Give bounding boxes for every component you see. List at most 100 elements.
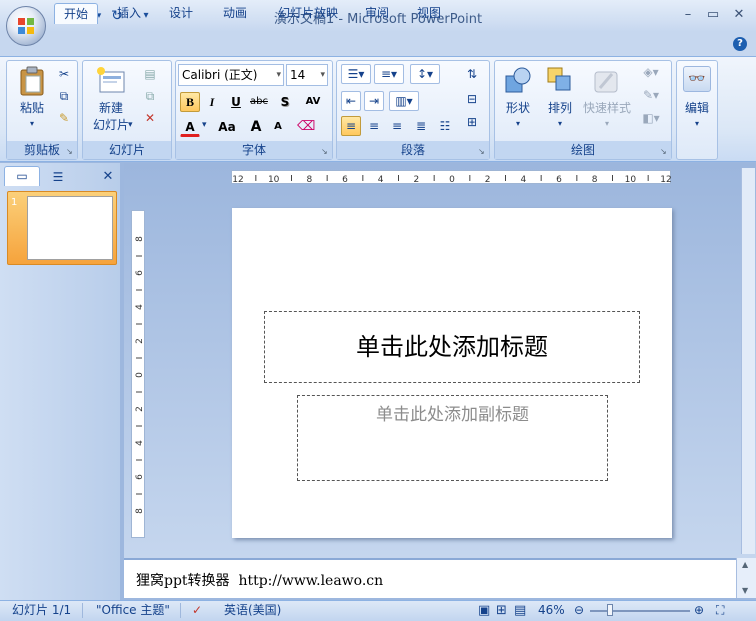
tab-animations[interactable]: 动画 [214,3,256,24]
restore-icon[interactable]: ▭ [704,7,722,23]
underline-button[interactable]: U [226,92,246,112]
tab-view[interactable]: 视图 [408,3,450,24]
ruler-tick-label: 12 [232,175,243,185]
paragraph-dialog-launcher-icon[interactable]: ↘ [478,147,487,156]
font-name-combo[interactable]: Calibri (正文) ▾ [178,64,284,86]
subtitle-placeholder[interactable]: 单击此处添加副标题 [297,395,608,481]
office-button[interactable] [6,6,46,46]
notes-pane[interactable]: 狸窝ppt转换器 http://www.leawo.cn [124,558,736,598]
font-color-button[interactable]: A [180,117,200,137]
zoom-slider-thumb[interactable] [607,604,613,616]
arrange-label: 排列 [547,101,572,115]
editing-label: 编辑 [684,101,709,115]
line-spacing-icon[interactable]: ↕▾ [410,64,440,84]
tab-design[interactable]: 设计 [160,3,202,24]
ruler-tick-label: 8 [592,175,598,185]
distributed-icon[interactable]: ☷ [435,116,455,136]
ruler-tick-label: 0 [135,372,145,378]
clipboard-icon [20,66,44,96]
increase-indent-icon[interactable]: ⇥ [364,91,384,111]
align-left-icon[interactable]: ≡ [341,116,361,136]
arrange-button[interactable]: 排列 ▾ [542,64,578,136]
vertical-ruler: 8 6 4 2 0 2 4 6 8 [131,210,145,538]
new-slide-dropdown-icon[interactable]: ▾ [128,120,133,130]
zoom-slider-track[interactable] [590,610,690,612]
align-text-icon[interactable]: ⊟ [458,89,486,109]
tab-slide-show[interactable]: 幻灯片放映 [268,3,348,24]
slide-thumbnail[interactable] [27,196,113,260]
font-color-dropdown-icon[interactable]: ▾ [202,120,207,130]
theme-name[interactable]: "Office 主题" [96,602,170,619]
char-spacing-button[interactable]: AV [299,92,327,112]
font-dialog-launcher-icon[interactable]: ↘ [321,147,330,156]
minimize-icon[interactable]: – [679,7,697,23]
strikethrough-button[interactable]: abc [249,92,269,112]
quick-styles-button[interactable]: 快速样式 ▾ [582,64,632,136]
columns-icon[interactable]: ▥▾ [389,91,419,111]
tab-review[interactable]: 审阅 [356,3,398,24]
status-separator [180,603,181,618]
quick-styles-label: 快速样式 [582,101,631,115]
tab-insert[interactable]: 插入 [108,3,150,24]
ruler-tick-label: 2 [413,175,419,185]
dialog-launcher-icon[interactable]: ↘ [66,147,75,156]
shapes-label: 形状 [505,101,530,115]
decrease-indent-icon[interactable]: ⇤ [341,91,361,111]
quick-styles-dropdown-icon: ▾ [604,119,609,128]
smartart-icon[interactable]: ⊞ [458,112,486,132]
copy-icon[interactable]: ⧉ [54,86,74,106]
editing-button[interactable]: 👓 编辑 ▾ [680,64,714,134]
text-direction-icon[interactable]: ⇅ [458,64,486,84]
shape-outline-icon[interactable]: ✎▾ [636,85,666,105]
align-right-icon[interactable]: ≡ [387,116,407,136]
cut-icon[interactable]: ✂ [54,64,74,84]
reset-slide-icon[interactable]: ⧉ [140,86,160,106]
slide-show-icon[interactable]: ▤ [514,602,526,619]
text-shadow-button[interactable]: S [275,92,295,112]
language[interactable]: 英语(美国) [224,602,281,619]
change-case-button[interactable]: Aa [212,117,242,137]
scroll-down-icon[interactable]: ▼ [742,586,748,595]
bold-button[interactable]: B [180,92,200,112]
layout-icon[interactable]: ▤ [140,64,160,84]
zoom-level[interactable]: 46% [538,602,565,619]
ruler-tick-label: 6 [556,175,562,185]
help-icon[interactable]: ? [733,37,747,51]
scroll-up-icon[interactable]: ▲ [742,560,748,569]
close-pane-icon[interactable]: ✕ [100,168,116,186]
ruler-tick-label: 6 [135,474,145,480]
delete-slide-icon[interactable]: ✕ [140,108,160,128]
shapes-button[interactable]: 形状 ▾ [500,64,536,136]
normal-view-icon[interactable]: ▣ [478,602,490,619]
justify-icon[interactable]: ≣ [411,116,431,136]
font-size-combo[interactable]: 14 ▾ [286,64,328,86]
fit-to-window-icon[interactable]: ⛶ [716,602,724,619]
slide-sorter-icon[interactable]: ⊞ [496,602,507,619]
shape-effects-icon[interactable]: ◧▾ [636,108,666,128]
numbering-icon[interactable]: ≡▾ [374,64,404,84]
vertical-ruler-ticks: 8 6 4 2 0 2 4 6 8 [135,236,145,514]
ruler-tick-label: 4 [520,175,526,185]
grow-font-button[interactable]: A [246,117,266,137]
bullets-icon[interactable]: ☰▾ [341,64,371,84]
title-placeholder[interactable]: 单击此处添加标题 [264,311,640,383]
drawing-dialog-launcher-icon[interactable]: ↘ [660,147,669,156]
tab-home[interactable]: 开始 [54,3,98,24]
align-center-icon[interactable]: ≡ [364,116,384,136]
ruler-tick-label: 4 [135,440,145,446]
chevron-down-icon: ▾ [276,70,281,80]
paste-button[interactable]: 粘贴 ▾ [14,64,50,134]
notes-scrollbar[interactable]: ▲ ▼ [736,558,756,598]
outline-tab-icon[interactable]: ☰ [40,168,76,186]
clear-formatting-icon[interactable]: ⌫ [296,117,316,137]
italic-button[interactable]: I [202,92,222,112]
slides-tab-icon[interactable]: ▭ [4,166,40,186]
shrink-font-button[interactable]: A [268,117,288,137]
zoom-in-icon[interactable]: ⊕ [694,602,704,619]
close-icon[interactable]: ✕ [730,7,748,23]
spell-check-icon[interactable]: ✓ [192,602,202,619]
vertical-scrollbar[interactable] [741,168,755,554]
format-painter-icon[interactable]: ✎ [54,108,74,128]
zoom-out-icon[interactable]: ⊖ [574,602,584,619]
shape-fill-icon[interactable]: ◈▾ [636,62,666,82]
